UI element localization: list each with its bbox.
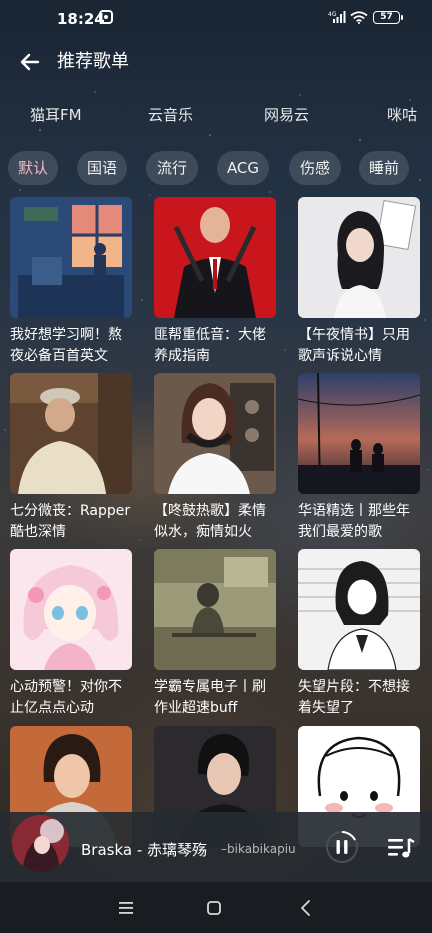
playlist-icon[interactable] — [387, 836, 415, 860]
playlist-cover — [298, 549, 420, 670]
playlist-card[interactable]: 失望片段：不想接着失望了 — [298, 549, 420, 719]
playlist-cover — [298, 197, 420, 318]
playlist-cover — [10, 197, 132, 318]
playlist-cover — [154, 197, 276, 318]
playlist-card[interactable]: 七分微丧：Rapper酷也深情 — [10, 373, 132, 543]
playlist-cover — [298, 373, 420, 494]
playlist-card[interactable]: 我好想学习啊！熬夜必备百首英文 — [10, 197, 132, 367]
playlist-title: 学霸专属电子丨刷作业超速buff — [154, 679, 266, 716]
playlist-title: 心动预警！对你不止亿点点心动 — [10, 679, 122, 716]
playlist-title: 匪帮重低音：大佬养成指南 — [154, 327, 266, 364]
now-playing-cover[interactable] — [12, 815, 69, 872]
mini-player[interactable]: Braska - 赤璃琴殇 –bikabikapiu — [0, 812, 432, 882]
playlist-title: 华语精选丨那些年我们最爱的歌 — [298, 503, 410, 540]
playlist-grid: 我好想学习啊！熬夜必备百首英文 匪帮重低音：大佬养成指南 【午夜情书】只用歌声诉… — [0, 0, 432, 933]
playlist-title: 【咚鼓热歌】柔情似水，痴情如火 — [154, 503, 266, 540]
playlist-cover — [154, 549, 276, 670]
playlist-title: 我好想学习啊！熬夜必备百首英文 — [10, 327, 122, 364]
home-icon[interactable] — [204, 898, 224, 918]
playlist-card[interactable]: 华语精选丨那些年我们最爱的歌 — [298, 373, 420, 543]
playlist-cover — [154, 373, 276, 494]
playlist-cover — [10, 549, 132, 670]
now-playing-artist: –bikabikapiu — [221, 842, 296, 856]
playlist-card[interactable]: 匪帮重低音：大佬养成指南 — [154, 197, 276, 367]
playlist-card[interactable]: 学霸专属电子丨刷作业超速buff — [154, 549, 276, 719]
playlist-title: 七分微丧：Rapper酷也深情 — [10, 503, 131, 540]
back-icon[interactable] — [296, 898, 316, 918]
playlist-card[interactable]: 【咚鼓热歌】柔情似水，痴情如火 — [154, 373, 276, 543]
playlist-card[interactable]: 心动预警！对你不止亿点点心动 — [10, 549, 132, 719]
now-playing-song: Braska - 赤璃琴殇 — [81, 841, 208, 859]
pause-icon[interactable] — [325, 830, 359, 864]
playlist-title: 【午夜情书】只用歌声诉说心情 — [298, 327, 410, 364]
playlist-card[interactable]: 【午夜情书】只用歌声诉说心情 — [298, 197, 420, 367]
menu-icon[interactable] — [116, 898, 136, 918]
playlist-cover — [10, 373, 132, 494]
playlist-title: 失望片段：不想接着失望了 — [298, 679, 410, 716]
system-nav-bar — [0, 882, 432, 933]
